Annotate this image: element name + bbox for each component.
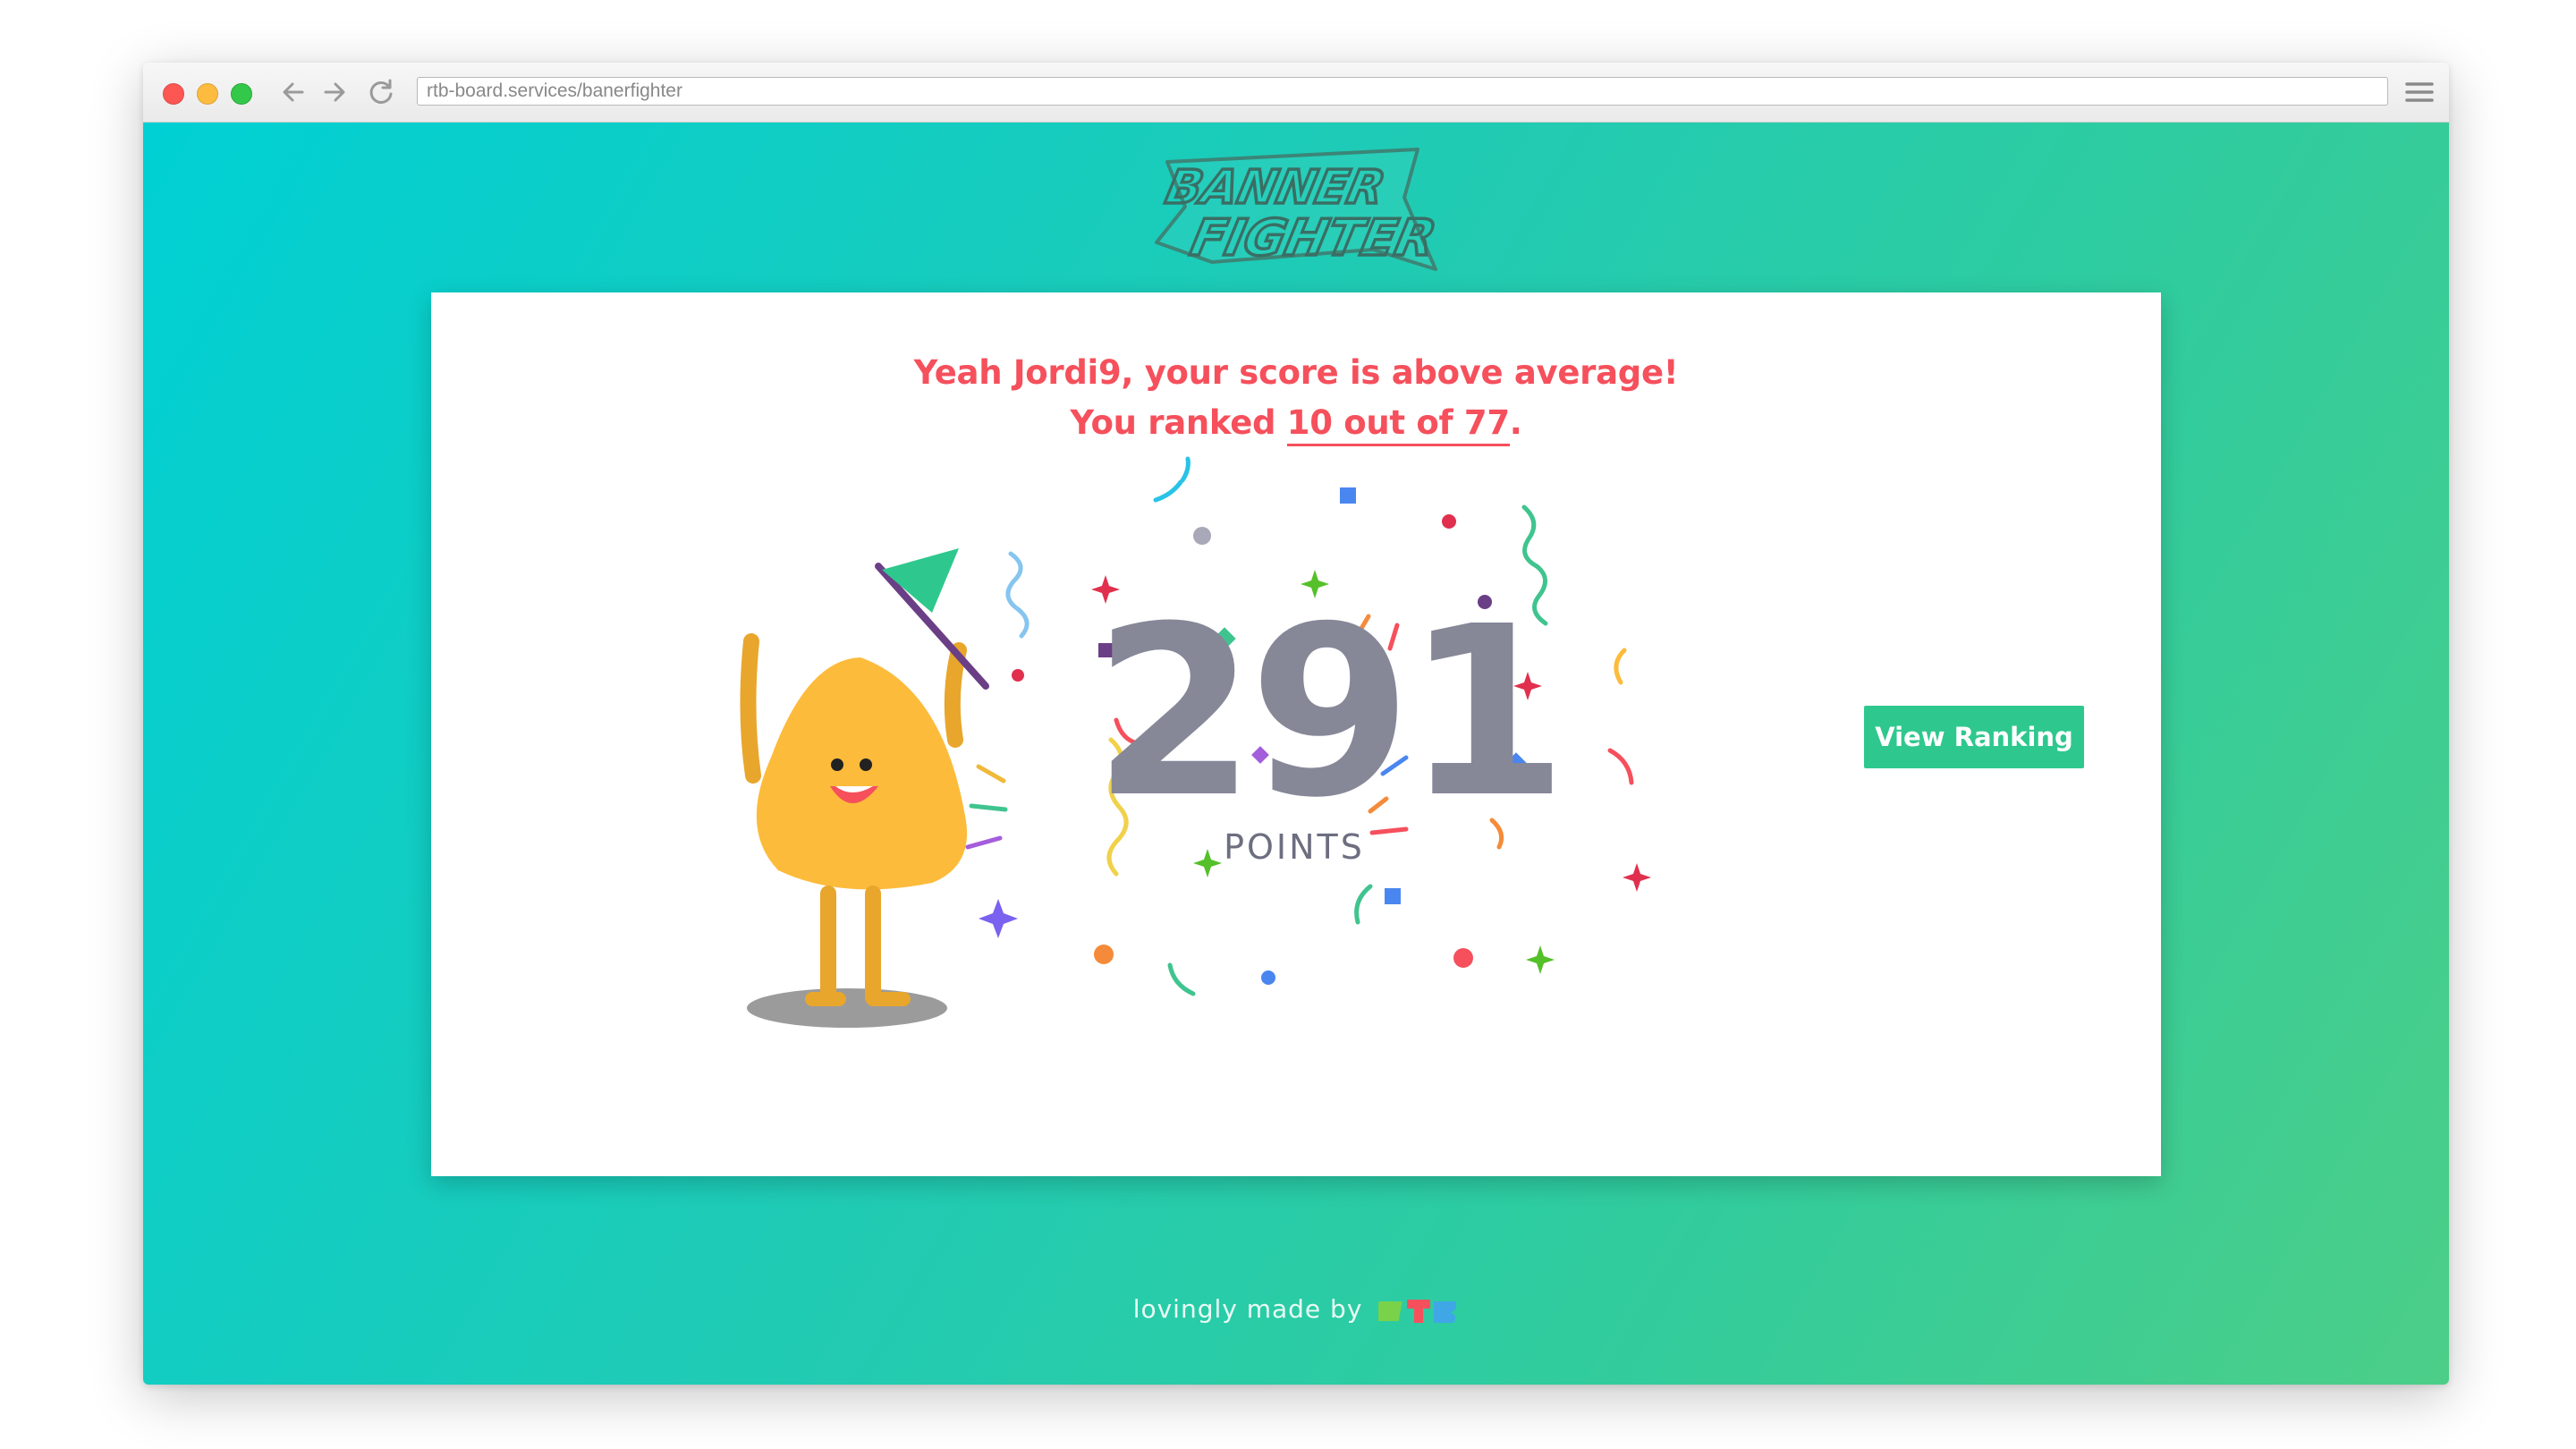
footer-text: lovingly made by [1132,1294,1363,1324]
maximize-window-button[interactable] [231,83,252,105]
arrow-left-icon[interactable] [277,76,309,108]
minimize-window-button[interactable] [197,83,218,105]
svg-text:BANNER: BANNER [1161,161,1389,215]
banner-fighter-logo: BANNER FIGHTER [1155,148,1443,271]
reload-icon[interactable] [365,76,397,108]
browser-toolbar: rtb-board.services/banerfighter [143,63,2449,123]
close-window-button[interactable] [163,83,184,105]
score-value: 291 [1093,576,1568,849]
browser-window: rtb-board.services/banerfighter BANNER F… [143,63,2449,1385]
view-ranking-button[interactable]: View Ranking [1864,706,2084,768]
address-bar[interactable]: rtb-board.services/banerfighter [417,77,2388,106]
score-unit-label: POINTS [1224,827,1365,867]
page-viewport: BANNER FIGHTER Yeah Jordi9, your score i… [143,123,2449,1385]
svg-text:FIGHTER: FIGHTER [1186,209,1441,267]
rtb-logo[interactable] [1378,1294,1459,1326]
hamburger-menu-icon[interactable] [2404,77,2435,107]
footer-credit: lovingly made by [143,1294,2449,1326]
mascot-with-flag-illustration [740,548,989,1028]
arrow-right-icon[interactable] [318,76,351,108]
